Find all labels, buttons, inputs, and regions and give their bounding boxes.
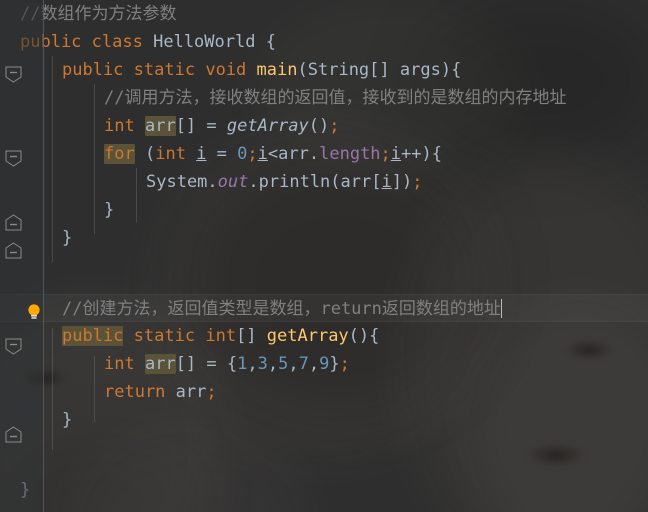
method-main: main xyxy=(256,60,298,80)
variable-arr: arr xyxy=(175,382,207,402)
intention-bulb-icon[interactable] xyxy=(26,303,42,321)
code-line[interactable]: for (int i = 0;i<arr.length;i++){ xyxy=(0,140,648,168)
code-line[interactable]: } xyxy=(0,224,648,252)
keyword-int: int xyxy=(155,144,186,164)
keyword-void: void xyxy=(205,60,247,80)
variable-i: i xyxy=(390,144,402,164)
field-out: out xyxy=(217,172,249,192)
code-line[interactable]: //数组作为方法参数 xyxy=(0,0,648,28)
method-call-getarray: getArray xyxy=(226,116,309,136)
text-caret xyxy=(500,299,502,318)
type-system: System xyxy=(146,172,208,192)
variable-i: i xyxy=(381,172,392,192)
field-length: length xyxy=(319,144,381,164)
variable-i: i xyxy=(196,144,207,164)
fold-marker-open[interactable] xyxy=(5,66,22,83)
code-line[interactable]: } xyxy=(0,476,648,504)
code-line[interactable]: int arr[] = {1,3,5,7,9}; xyxy=(0,350,648,378)
keyword-int: int xyxy=(104,354,135,374)
code-line[interactable]: } xyxy=(0,196,648,224)
code-line[interactable]: return arr; xyxy=(0,378,648,406)
gutter-divider xyxy=(43,0,44,512)
code-content[interactable]: //数组作为方法参数 public class HelloWorld { pub… xyxy=(0,0,648,512)
code-line[interactable]: } xyxy=(0,406,648,434)
variable-arr: arr xyxy=(340,172,372,192)
comment-token: //创建方法，返回值类型是数组，return返回数组的地址 xyxy=(62,299,501,319)
keyword-public: public xyxy=(62,326,124,346)
keyword-return: return xyxy=(104,382,166,402)
number-literal: 5 xyxy=(278,354,289,374)
keyword-static: static xyxy=(133,326,196,346)
code-line[interactable]: public static void main(String[] args){ xyxy=(0,56,648,84)
method-getarray: getArray xyxy=(266,326,349,346)
code-line-blank[interactable] xyxy=(0,252,648,280)
fold-marker-open[interactable] xyxy=(5,338,22,355)
variable-arr: arr xyxy=(278,144,309,164)
closing-brace: } xyxy=(104,200,115,220)
code-line[interactable]: //调用方法，接收数组的返回值，接收到的是数组的内存地址 xyxy=(0,84,648,112)
fold-marker-open[interactable] xyxy=(5,150,22,167)
code-line[interactable]: public class HelloWorld { xyxy=(0,28,648,56)
keyword-int: int xyxy=(104,116,135,136)
keyword-public: public xyxy=(62,60,124,80)
code-line[interactable]: System.out.println(arr[i]); xyxy=(0,168,648,196)
variable-arr: arr xyxy=(144,354,176,374)
variable-i: i xyxy=(257,144,268,164)
number-literal: 9 xyxy=(319,354,330,374)
fold-marker-end[interactable] xyxy=(5,214,22,231)
keyword-int: int xyxy=(205,326,237,346)
variable-arr: arr xyxy=(144,116,176,136)
comment-token: //调用方法，接收数组的返回值，接收到的是数组的内存地址 xyxy=(104,88,567,108)
code-line-blank[interactable] xyxy=(0,434,648,462)
number-literal: 7 xyxy=(298,354,309,374)
fold-marker-end[interactable] xyxy=(5,242,22,259)
keyword-class: class xyxy=(91,32,143,52)
code-line[interactable]: public static int[] getArray(){ xyxy=(0,322,648,350)
type-string: String xyxy=(307,60,370,80)
fold-marker-end[interactable] xyxy=(5,426,22,443)
keyword-for: for xyxy=(104,144,135,164)
code-line-active[interactable]: //创建方法，返回值类型是数组，return返回数组的地址 xyxy=(0,294,648,322)
number-literal: 3 xyxy=(257,354,268,374)
number-zero: 0 xyxy=(237,144,248,164)
closing-brace: } xyxy=(62,228,73,248)
type-helloworld: HelloWorld xyxy=(153,32,256,52)
code-line[interactable]: int arr[] = getArray(); xyxy=(0,112,648,140)
keyword-static: static xyxy=(133,60,196,80)
param-args: args xyxy=(399,60,441,80)
number-literal: 1 xyxy=(237,354,248,374)
closing-brace: } xyxy=(62,410,73,430)
method-println: println xyxy=(258,172,331,192)
code-editor[interactable]: //数组作为方法参数 public class HelloWorld { pub… xyxy=(0,0,648,512)
